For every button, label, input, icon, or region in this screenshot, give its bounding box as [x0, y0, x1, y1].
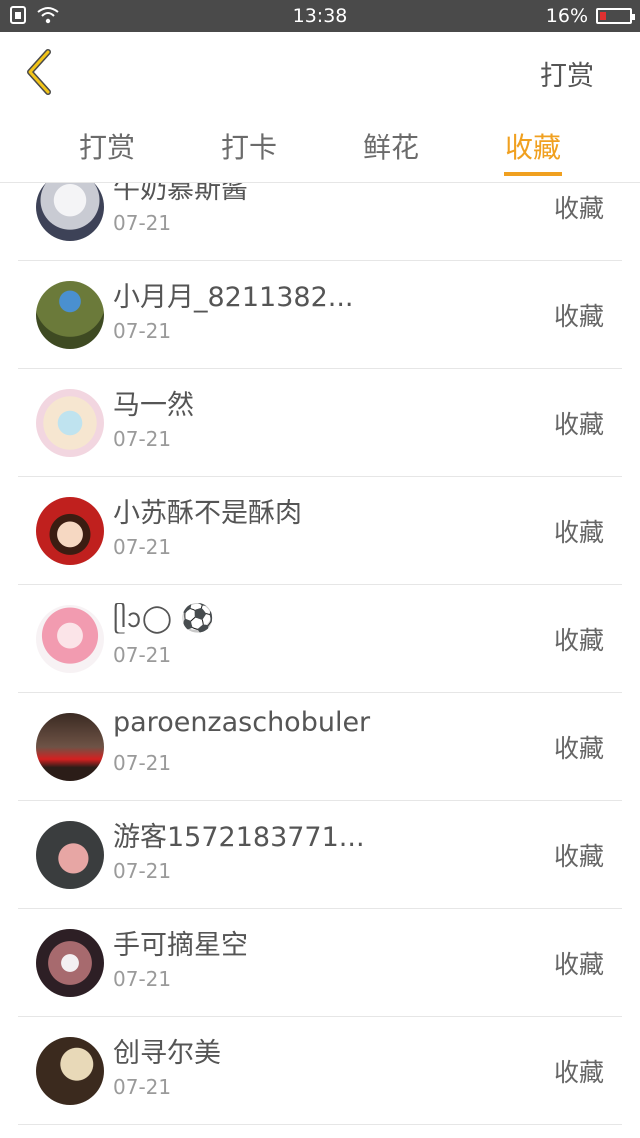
avatar [36, 821, 104, 889]
chevron-left-icon [27, 49, 51, 95]
item-date: 07-21 [113, 319, 172, 343]
favorite-label[interactable]: 收藏 [554, 297, 604, 333]
avatar [36, 389, 104, 457]
status-right: 16% [545, 5, 635, 27]
user-name: 手可摘星空 [113, 930, 248, 961]
user-name: ᥫᩣ◯ ⚽ [113, 603, 215, 634]
list-item[interactable]: 牛奶慕斯酱 07-21 收藏 [18, 183, 622, 261]
list-item[interactable]: 马一然 07-21 收藏 [18, 369, 622, 477]
list-item[interactable]: 小苏酥不是酥肉 07-21 收藏 [18, 477, 622, 585]
tab-flowers[interactable]: 鲜花 [331, 126, 451, 166]
favorites-list: 牛奶慕斯酱 07-21 收藏 小月月_8211382... 07-21 收藏 马… [18, 183, 622, 1138]
item-date: 07-21 [113, 211, 172, 235]
tab-checkin[interactable]: 打卡 [189, 126, 309, 166]
user-name: 马一然 [113, 390, 194, 421]
tab-reward[interactable]: 打赏 [47, 126, 167, 166]
favorite-label[interactable]: 收藏 [554, 837, 604, 873]
favorite-label[interactable]: 收藏 [554, 189, 604, 225]
item-date: 07-21 [113, 643, 172, 667]
item-date: 07-21 [113, 427, 172, 451]
avatar [36, 497, 104, 565]
list-item[interactable]: ᥫᩣ◯ ⚽ 07-21 收藏 [18, 585, 622, 693]
item-date: 07-21 [113, 751, 172, 775]
tab-bar: 打赏 打卡 鲜花 收藏 [0, 112, 640, 182]
user-name: 创寻尔美 [113, 1038, 221, 1069]
battery-fill [600, 12, 606, 20]
avatar [36, 605, 104, 673]
top-header: 打赏 [0, 32, 640, 112]
reward-action-button[interactable]: 打赏 [540, 54, 594, 93]
battery-percent: 16% [545, 5, 588, 27]
list-item[interactable]: 游客1572183771... 07-21 收藏 [18, 801, 622, 909]
favorite-label[interactable]: 收藏 [554, 621, 604, 657]
favorite-label[interactable]: 收藏 [554, 729, 604, 765]
user-name: 小月月_8211382... [113, 282, 354, 313]
favorite-label[interactable]: 收藏 [554, 513, 604, 549]
active-tab-indicator [504, 172, 562, 176]
avatar [36, 183, 104, 241]
user-name: 小苏酥不是酥肉 [113, 498, 302, 529]
avatar [36, 929, 104, 997]
item-date: 07-21 [113, 1075, 172, 1099]
battery-icon [596, 8, 635, 24]
list-item[interactable]: 小月月_8211382... 07-21 收藏 [18, 261, 622, 369]
favorite-label[interactable]: 收藏 [554, 945, 604, 981]
item-date: 07-21 [113, 535, 172, 559]
status-time: 13:38 [292, 5, 348, 27]
list-item[interactable]: paroenzaschobuler 07-21 收藏 [18, 693, 622, 801]
list-item[interactable]: 创寻尔美 07-21 收藏 [18, 1017, 622, 1125]
favorite-label[interactable]: 收藏 [554, 1053, 604, 1089]
user-name: 游客1572183771... [113, 822, 365, 853]
favorite-label[interactable]: 收藏 [554, 405, 604, 441]
item-date: 07-21 [113, 859, 172, 883]
item-date: 07-21 [113, 967, 172, 991]
back-button[interactable] [22, 48, 62, 96]
list-item[interactable]: 手可摘星空 07-21 收藏 [18, 909, 622, 1017]
user-name: 牛奶慕斯酱 [113, 183, 248, 205]
avatar [36, 713, 104, 781]
status-bar: 13:38 16% [0, 0, 640, 32]
tab-favorites[interactable]: 收藏 [473, 126, 593, 166]
user-name: paroenzaschobuler [113, 707, 371, 738]
avatar [36, 281, 104, 349]
avatar [36, 1037, 104, 1105]
